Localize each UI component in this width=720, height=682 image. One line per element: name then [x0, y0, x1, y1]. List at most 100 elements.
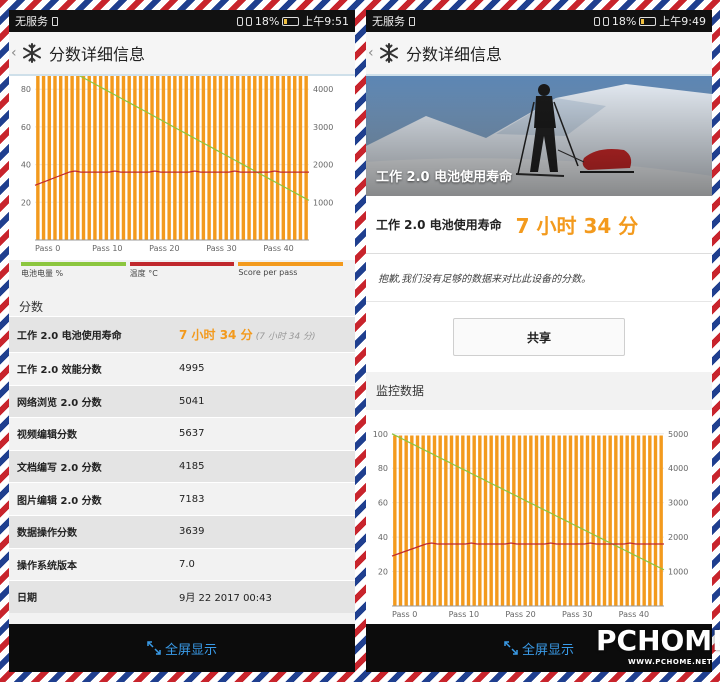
score-bar — [47, 76, 51, 241]
score-bar — [495, 435, 499, 606]
battery-icon — [639, 16, 657, 26]
score-bar — [540, 435, 544, 606]
status-bar: 无服务 18% 上午9:49 — [366, 10, 712, 32]
clock: 上午9:51 — [302, 15, 349, 28]
battery-life-sub: (7 小时 34 分) — [255, 332, 316, 342]
share-button[interactable]: 共享 — [453, 318, 625, 356]
score-bar — [466, 435, 471, 606]
score-bar — [410, 435, 414, 606]
section-title-monitor: 监控数据 — [376, 384, 425, 398]
score-bar — [76, 76, 80, 241]
y-left-tick-label: 80 — [378, 464, 388, 473]
y-right-tick-label: 2000 — [668, 533, 688, 542]
score-bar — [156, 76, 160, 241]
score-bar — [144, 76, 149, 241]
score-bar — [461, 435, 465, 606]
score-bar — [653, 435, 658, 606]
hero-caption: 工作 2.0 电池使用寿命 — [376, 170, 513, 185]
score-bar — [304, 76, 308, 241]
result-label: 工作 2.0 电池使用寿命 — [376, 218, 502, 232]
back-button[interactable]: ‹ — [368, 45, 378, 61]
back-button[interactable]: ‹ — [11, 45, 21, 61]
x-tick-label: Pass 0 — [392, 610, 417, 619]
score-bar — [636, 435, 641, 606]
y-right-tick-label: 1000 — [668, 568, 688, 577]
carrier-text: 无服务 — [15, 15, 48, 28]
table-row: 视频编辑分数 5637 — [9, 417, 355, 450]
score-bar — [574, 435, 578, 606]
phone-right: 无服务 18% 上午9:49 ‹ 分数详细信息 工作 2.0 电池使用寿命 工作… — [366, 10, 712, 672]
table-row: 工作 2.0 效能分数 4995 — [9, 352, 355, 385]
score-bar — [258, 76, 263, 241]
score-bar — [264, 76, 268, 241]
score-bar — [483, 435, 488, 606]
result-value: 7 小时 34 分 — [515, 214, 639, 238]
score-bar — [133, 76, 137, 241]
score-bar — [404, 435, 408, 606]
score-bar — [201, 76, 206, 241]
fullscreen-button[interactable]: 全屏显示 — [147, 639, 217, 658]
score-bar — [36, 76, 40, 241]
share-area: 共享 — [366, 302, 712, 372]
score-bar — [585, 435, 590, 606]
y-right-tick-label: 4000 — [668, 464, 688, 473]
score-chart-left: 20 40 60 80 1000 2000 3000 4000 Pass 0 Pass 10 Pas… — [21, 76, 333, 253]
score-bar — [432, 435, 437, 606]
score-bar — [275, 76, 280, 241]
score-bar — [93, 76, 97, 241]
score-bar — [298, 76, 303, 241]
row-value: 7183 — [179, 493, 205, 505]
score-bar — [517, 435, 522, 606]
battery-percent: 18% — [254, 14, 280, 28]
score-bar — [557, 435, 561, 606]
score-bar — [64, 76, 69, 241]
score-bar — [41, 76, 46, 241]
score-bar — [127, 76, 131, 241]
row-value: 4995 — [179, 363, 205, 375]
section-title-scores: 分数 — [19, 300, 44, 314]
fullscreen-label: 全屏显示 — [521, 642, 574, 658]
score-bar — [631, 435, 635, 606]
table-row: 图片编辑 2.0 分数 7183 — [9, 482, 355, 515]
phone-icon — [602, 16, 609, 26]
battery-life-value: 7 小时 34 分 — [179, 328, 253, 342]
chart-box-left: 20 40 60 80 1000 2000 3000 4000 Pass 0 Pass 10 Pas… — [9, 76, 355, 260]
score-chart-right: 20 40 60 80 100 1000 2000 3000 4000 5000 Pass 0 Pas… — [373, 430, 689, 619]
y-left-tick-label: 40 — [378, 533, 388, 542]
legend-temp: 温度 °C — [129, 262, 235, 278]
content-scroll[interactable]: 工作 2.0 电池使用寿命 工作 2.0 电池使用寿命 7 小时 34 分 抱歉… — [366, 76, 712, 624]
score-bar — [449, 435, 454, 606]
score-bar — [270, 76, 274, 241]
x-tick-label: Pass 40 — [619, 610, 649, 619]
score-bar — [195, 76, 200, 241]
snowflake-icon — [380, 43, 398, 63]
y-left-tick-label: 20 — [21, 198, 31, 207]
score-bar — [58, 76, 63, 241]
score-bar — [597, 435, 601, 606]
score-bar — [116, 76, 120, 241]
score-bar — [235, 76, 240, 241]
score-bar — [287, 76, 291, 241]
score-bar — [659, 435, 663, 606]
score-bar — [138, 76, 143, 241]
page-title: 分数详细信息 — [49, 45, 146, 64]
score-bar — [81, 76, 86, 241]
score-bar — [253, 76, 257, 241]
score-bar — [500, 435, 505, 606]
row-value: 5637 — [179, 428, 205, 440]
score-bar — [184, 76, 188, 241]
hero-image: 工作 2.0 电池使用寿命 — [366, 76, 712, 196]
score-bar — [438, 435, 442, 606]
score-bar — [608, 435, 612, 606]
score-bar — [293, 76, 297, 241]
table-row: 日期 9月 22 2017 00:43 — [9, 580, 355, 613]
row-label: 日期 — [17, 593, 37, 605]
battery-icon — [282, 16, 300, 26]
row-label: 图片编辑 2.0 分数 — [17, 495, 102, 507]
fullscreen-button[interactable]: 全屏显示 — [504, 639, 574, 658]
x-tick-label: Pass 20 — [505, 610, 535, 619]
score-bar — [512, 435, 516, 606]
content-scroll[interactable]: 20 40 60 80 1000 2000 3000 4000 Pass 0 Pass 10 Pas… — [9, 76, 355, 624]
table-row: 工作 2.0 电池使用寿命 7 小时 34 分 (7 小时 34 分) — [9, 316, 355, 352]
no-data-message: 抱歉,我们没有足够的数据来对比此设备的分数。 — [366, 254, 712, 302]
